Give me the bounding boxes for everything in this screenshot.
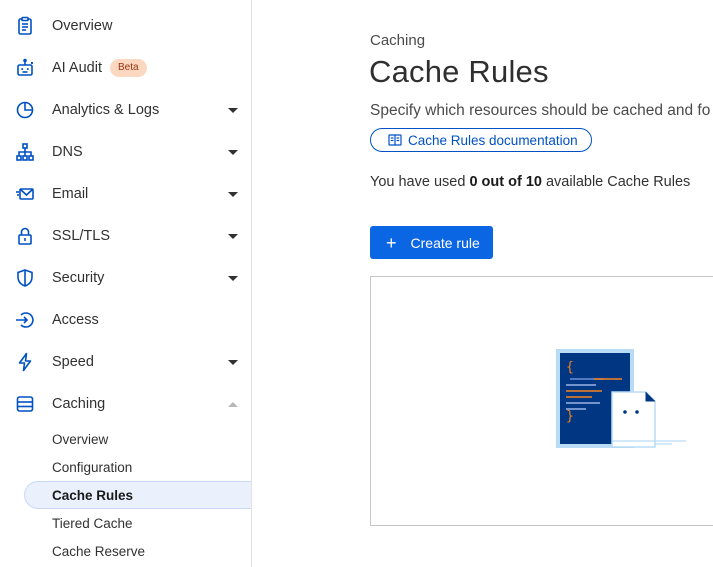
usage-suffix: available Cache Rules: [541, 174, 691, 190]
sidebar-item-label: Analytics & Logs: [52, 102, 160, 118]
create-rule-label: Create rule: [410, 234, 480, 251]
network-icon: [14, 141, 36, 163]
clipboard-icon: [14, 15, 36, 37]
chevron-down-icon: [228, 191, 238, 197]
sidebar-item-label: SSL/TLS: [52, 228, 111, 244]
sidebar-subitem-cache-rules[interactable]: Cache Rules: [24, 481, 251, 509]
lightning-icon: [14, 351, 36, 373]
shield-icon: [14, 267, 36, 289]
sidebar-item-ssl-tls[interactable]: SSL/TLS: [0, 215, 251, 257]
sidebar-subitem-label: Overview: [52, 431, 109, 447]
create-rule-button[interactable]: + Create rule: [370, 226, 493, 259]
chevron-down-icon: [228, 275, 238, 281]
sidebar-item-speed[interactable]: Speed: [0, 341, 251, 383]
plus-icon: +: [386, 232, 397, 253]
sidebar-item-caching[interactable]: Caching: [0, 383, 251, 425]
sidebar-item-label: Email: [52, 186, 89, 202]
chevron-down-icon: [228, 233, 238, 239]
sidebar-subitem-configuration[interactable]: Configuration: [24, 453, 251, 481]
sidebar-subitem-cache-reserve[interactable]: Cache Reserve: [24, 537, 251, 565]
usage-text: You have used 0 out of 10 available Cach…: [370, 174, 690, 190]
access-arrow-icon: [14, 309, 36, 331]
sidebar-subitem-overview[interactable]: Overview: [24, 425, 251, 453]
svg-text:{: {: [566, 360, 574, 375]
main-content: Caching Cache Rules Specify which resour…: [252, 0, 713, 567]
sidebar-item-label: Security: [52, 270, 105, 286]
usage-count: 0 out of 10: [469, 174, 542, 190]
sidebar-item-label: Speed: [52, 354, 94, 370]
sidebar-subitem-label: Cache Rules: [52, 487, 134, 503]
sidebar-subitem-label: Configuration: [52, 459, 133, 475]
empty-rules-illustration: { }: [556, 349, 686, 448]
chevron-down-icon: [228, 107, 238, 113]
sidebar-item-security[interactable]: Security: [0, 257, 251, 299]
cache-rules-documentation-link[interactable]: Cache Rules documentation: [370, 128, 592, 152]
book-icon: [388, 134, 402, 146]
svg-text:}: }: [566, 409, 574, 424]
sidebar-item-analytics[interactable]: Analytics & Logs: [0, 89, 251, 131]
sidebar-item-label: DNS: [52, 144, 83, 160]
empty-state-panel: { }: [370, 276, 713, 526]
sidebar-item-label: Access: [52, 312, 99, 328]
sidebar-subitem-label: Tiered Cache: [52, 515, 133, 531]
pie-chart-icon: [14, 99, 36, 121]
envelope-icon: [14, 183, 36, 205]
sidebar-item-label: Caching: [52, 396, 106, 412]
sidebar-item-label: AI Audit: [52, 60, 102, 76]
sidebar-item-email[interactable]: Email: [0, 173, 251, 215]
robot-icon: [14, 57, 36, 79]
sidebar-subitem-tiered-cache[interactable]: Tiered Cache: [24, 509, 251, 537]
usage-prefix: You have used: [370, 174, 470, 190]
server-stack-icon: [14, 393, 36, 415]
beta-badge: Beta: [110, 59, 147, 77]
section-eyebrow: Caching: [370, 32, 426, 49]
sidebar-subitem-label: Cache Reserve: [52, 543, 146, 559]
sidebar-nav: Overview AI Audit Beta Analytics & Logs …: [0, 0, 252, 567]
sidebar-item-dns[interactable]: DNS: [0, 131, 251, 173]
page-title: Cache Rules: [369, 54, 549, 89]
chevron-up-icon: [228, 401, 238, 407]
lock-icon: [14, 225, 36, 247]
chevron-down-icon: [228, 359, 238, 365]
chevron-down-icon: [228, 149, 238, 155]
doc-link-label: Cache Rules documentation: [408, 132, 578, 148]
sidebar-item-overview[interactable]: Overview: [0, 5, 251, 47]
sidebar-item-access[interactable]: Access: [0, 299, 251, 341]
page-description: Specify which resources should be cached…: [370, 102, 711, 119]
sidebar-item-label: Overview: [52, 18, 113, 34]
